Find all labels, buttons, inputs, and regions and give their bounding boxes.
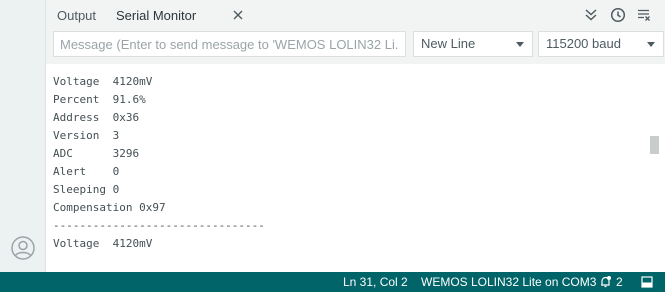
line-ending-value: New Line [421,36,476,51]
output-line: Version 3 [53,129,120,142]
tab-output[interactable]: Output [57,7,96,25]
output-line: ADC 3296 [53,147,140,160]
cursor-position[interactable]: Ln 31, Col 2 [343,275,408,289]
close-icon[interactable] [232,9,244,21]
avatar-icon[interactable] [11,236,35,260]
baud-rate-value: 115200 baud [546,36,621,51]
clear-output-icon[interactable] [636,7,652,23]
output-line: Voltage 4120mV [53,237,153,250]
left-sidebar [0,0,46,272]
tab-serial-monitor[interactable]: Serial Monitor [116,7,196,25]
chevron-down-icon [516,42,524,47]
chevron-down-icon [647,42,655,47]
panel-header: Output Serial Monitor New Line 115200 ba… [46,0,665,64]
scrollbar-thumb[interactable] [650,136,659,154]
output-line: Sleeping 0 [53,183,120,196]
toggle-panel-icon[interactable] [641,276,653,288]
line-ending-select[interactable]: New Line [413,31,533,57]
timestamp-icon[interactable] [610,7,626,23]
autoscroll-icon[interactable] [583,7,599,23]
message-input[interactable] [53,31,406,57]
notifications-icon[interactable] [599,275,612,288]
baud-rate-select[interactable]: 115200 baud [538,31,664,57]
output-line: Percent 91.6% [53,93,146,106]
output-line: Address 0x36 [53,111,140,124]
output-scrollbar[interactable] [650,64,665,272]
status-bar: Ln 31, Col 2 WEMOS LOLIN32 Lite on COM3 … [0,272,665,292]
serial-output[interactable]: Voltage 4120mV Percent 91.6% Address 0x3… [46,64,650,272]
board-port-indicator[interactable]: WEMOS LOLIN32 Lite on COM3 [421,275,596,289]
output-separator: -------------------------------- [53,219,265,232]
output-line: Compensation 0x97 [53,201,166,214]
output-line: Voltage 4120mV [53,75,153,88]
notifications-count: 2 [616,275,623,289]
output-line: Alert 0 [53,165,120,178]
